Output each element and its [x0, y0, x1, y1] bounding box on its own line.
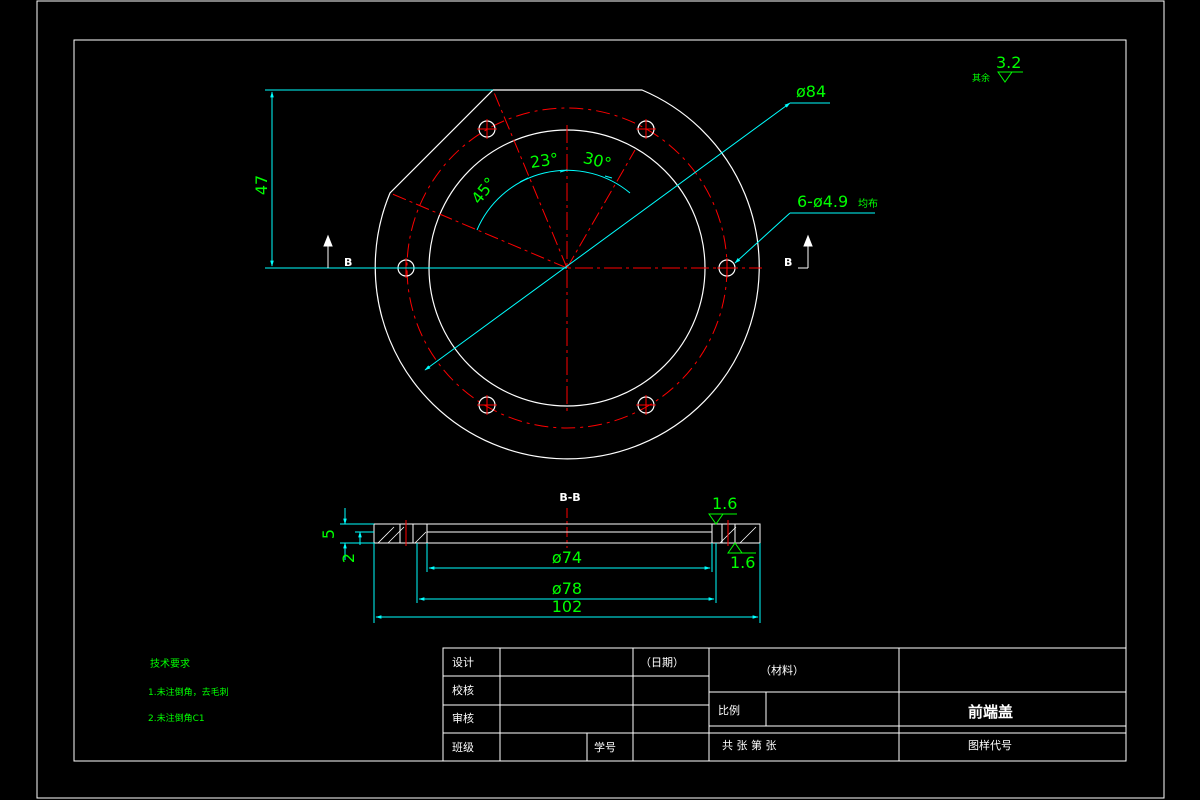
tb-material: （材料）: [760, 663, 804, 677]
section-title: B-B: [559, 491, 580, 504]
roughness-symbol-global: [997, 71, 1023, 83]
dim-102: 102: [552, 597, 583, 616]
cad-drawing-canvas: 47 ø84 6-ø4.9 均布 45° 23° 30° B B B-B 5 2…: [36, 0, 1165, 799]
tb-design: 设计: [452, 656, 474, 669]
dim-holes: 6-ø4.9: [797, 192, 848, 211]
outer-border: [36, 0, 1165, 799]
tb-class: 班级: [452, 741, 474, 754]
tb-drawing-no: 图样代号: [968, 738, 1012, 752]
note-item-1: 1.未注倒角，去毛刺: [148, 686, 229, 698]
section-mark-right: B: [784, 256, 792, 269]
tb-part-name: 前端盖: [968, 703, 1013, 721]
note-item-2: 2.未注倒角C1: [148, 712, 205, 724]
tb-scale: 比例: [718, 703, 740, 717]
tb-student-no: 学号: [594, 740, 616, 754]
dim-holes-suffix: 均布: [858, 198, 878, 210]
section-mark-left: B: [344, 256, 352, 269]
roughness-bottom: 1.6: [730, 553, 755, 572]
section-arrow-right: [798, 234, 813, 269]
roughness-top: 1.6: [712, 494, 737, 513]
tb-sheets: 共 张 第 张: [722, 738, 777, 752]
inner-border: [73, 39, 1127, 762]
roughness-global-label: 其余: [972, 72, 990, 84]
dim-dia-84: ø84: [796, 82, 826, 101]
section-arrow-left: [323, 234, 333, 268]
tb-check: 校核: [452, 683, 474, 697]
angle-30: 30°: [581, 148, 613, 173]
dim-5: 5: [319, 529, 338, 539]
tb-date: （日期）: [640, 656, 684, 669]
dim-dia-78: ø78: [552, 579, 582, 598]
dim-2: 2: [339, 553, 358, 563]
holes-leader: [734, 212, 791, 264]
angle-dimension-arc: [476, 169, 631, 231]
angle-23: 23°: [529, 149, 560, 172]
tb-review: 审核: [452, 711, 474, 725]
dim-dia-74: ø74: [552, 548, 582, 567]
roughness-global: 3.2: [996, 53, 1021, 72]
notes-title: 技术要求: [150, 657, 190, 670]
roughness-symbol-top: [708, 513, 737, 525]
section-view: [340, 508, 761, 623]
dia84-leader: [424, 102, 791, 371]
plan-view: [265, 89, 875, 460]
dim-47: 47: [252, 175, 271, 195]
roughness-symbol-bottom: [727, 542, 756, 554]
